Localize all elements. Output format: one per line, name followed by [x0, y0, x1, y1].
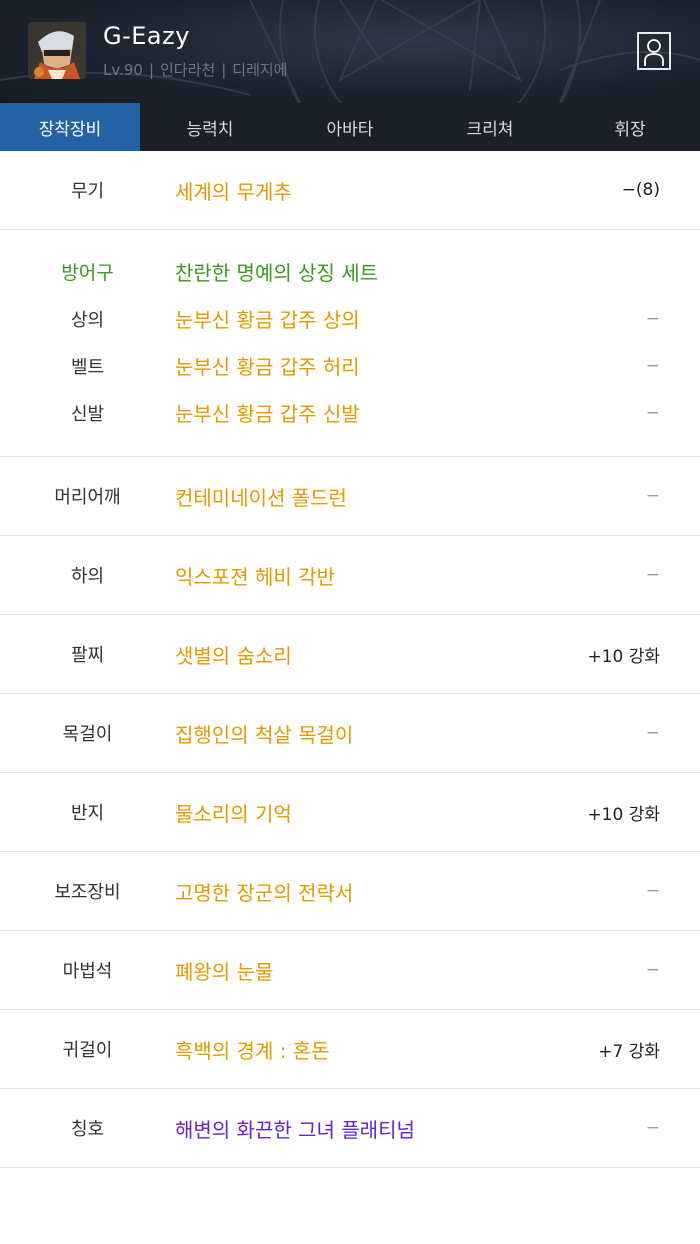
- slot-label: 머리어깨: [54, 487, 121, 508]
- character-portrait-icon: [28, 22, 86, 79]
- slot-label: 벨트: [70, 356, 105, 378]
- enhance-value: −: [645, 355, 660, 376]
- equip-row-shoes[interactable]: 신발 눈부신 황금 갑주 신발 −: [0, 389, 700, 436]
- tab-equipment[interactable]: 장착장비: [0, 103, 140, 151]
- equip-row-earring[interactable]: 귀걸이 흑백의 경계 : 혼돈 +7 강화: [0, 1010, 700, 1089]
- slot-label: 상의: [70, 309, 105, 331]
- character-name: G-Eazy: [103, 22, 190, 50]
- equip-row-subweapon[interactable]: 보조장비 고명한 장군의 전략서 −: [0, 852, 700, 931]
- slot-label: 무기: [70, 181, 105, 202]
- tab-emblem[interactable]: 휘장: [560, 103, 700, 151]
- slot-label: 마법석: [62, 961, 113, 982]
- enhance-value: −: [645, 960, 660, 980]
- item-name: 집행인의 척살 목걸이: [175, 722, 354, 747]
- character-info: Lv.90 | 인다라천 | 디레지에: [103, 59, 287, 80]
- character-class: 인다라천: [160, 61, 216, 79]
- item-name: 해변의 화끈한 그녀 플래티넘: [175, 1117, 415, 1142]
- equip-row-title[interactable]: 칭호 해변의 화끈한 그녀 플래티넘 −: [0, 1089, 700, 1168]
- enhance-value: −: [645, 402, 660, 423]
- header-background-pattern: [0, 0, 700, 103]
- item-name: 눈부신 황금 갑주 신발: [175, 402, 360, 426]
- item-name: 익스포젼 헤비 각반: [175, 564, 335, 589]
- tab-bar: 장착장비 능력치 아바타 크리쳐 휘장: [0, 103, 700, 151]
- equip-row-bracelet[interactable]: 팔찌 샛별의 숨소리 +10 강화: [0, 615, 700, 694]
- tab-creature[interactable]: 크리쳐: [420, 103, 560, 151]
- slot-label: 보조장비: [54, 882, 121, 903]
- character-avatar[interactable]: [28, 22, 86, 79]
- equip-row-ring[interactable]: 반지 물소리의 기억 +10 강화: [0, 773, 700, 852]
- slot-label: 목걸이: [62, 724, 113, 745]
- enhance-value: −(8): [621, 180, 660, 200]
- info-separator: |: [221, 61, 227, 79]
- slot-label: 신발: [70, 403, 105, 425]
- enhance-value: −: [645, 1118, 660, 1138]
- slot-label: 하의: [70, 566, 105, 587]
- item-name: 샛별의 숨소리: [175, 643, 292, 668]
- slot-label: 반지: [70, 803, 105, 824]
- character-level: Lv.90: [103, 61, 143, 79]
- enhance-value: −: [645, 565, 660, 585]
- info-separator: |: [148, 61, 154, 79]
- tab-stats[interactable]: 능력치: [140, 103, 280, 151]
- enhance-value: +10 강화: [587, 646, 660, 667]
- slot-label: 귀걸이: [62, 1040, 113, 1061]
- armor-set-header[interactable]: 방어구 찬란한 명예의 상징 세트: [0, 248, 700, 295]
- enhance-value: −: [645, 881, 660, 901]
- equip-row-weapon[interactable]: 무기 세계의 무게추 −(8): [0, 151, 700, 230]
- armor-set-block: 방어구 찬란한 명예의 상징 세트 상의 눈부신 황금 갑주 상의 − 벨트 눈…: [0, 230, 700, 457]
- enhance-value: +7 강화: [598, 1041, 660, 1062]
- equip-row-magicstone[interactable]: 마법석 폐왕의 눈물 −: [0, 931, 700, 1010]
- equip-row-necklace[interactable]: 목걸이 집행인의 척살 목걸이 −: [0, 694, 700, 773]
- item-name: 세계의 무게추: [175, 179, 292, 204]
- equip-row-pants[interactable]: 하의 익스포젼 헤비 각반 −: [0, 536, 700, 615]
- equip-row-belt[interactable]: 벨트 눈부신 황금 갑주 허리 −: [0, 342, 700, 389]
- enhance-value: −: [645, 486, 660, 506]
- slot-label: 팔찌: [70, 645, 105, 666]
- item-name: 고명한 장군의 전략서: [175, 880, 354, 905]
- enhance-value: +10 강화: [587, 804, 660, 825]
- item-name: 눈부신 황금 갑주 허리: [175, 355, 360, 379]
- item-name: 눈부신 황금 갑주 상의: [175, 308, 360, 332]
- equip-row-shoulder[interactable]: 머리어깨 컨테미네이션 폴드런 −: [0, 457, 700, 536]
- character-server: 디레지에: [232, 61, 288, 79]
- person-icon[interactable]: [637, 32, 671, 70]
- item-name: 흑백의 경계 : 혼돈: [175, 1038, 330, 1063]
- item-name: 물소리의 기억: [175, 801, 292, 826]
- enhance-value: −: [645, 308, 660, 329]
- profile-header: G-Eazy Lv.90 | 인다라천 | 디레지에: [0, 0, 700, 103]
- item-name: 폐왕의 눈물: [175, 959, 274, 984]
- slot-label: 방어구: [61, 262, 114, 284]
- slot-label: 칭호: [70, 1119, 105, 1140]
- tab-avatar[interactable]: 아바타: [280, 103, 420, 151]
- set-name: 찬란한 명예의 상징 세트: [175, 261, 379, 285]
- enhance-value: −: [645, 723, 660, 743]
- equip-row-top[interactable]: 상의 눈부신 황금 갑주 상의 −: [0, 295, 700, 342]
- item-name: 컨테미네이션 폴드런: [175, 485, 347, 510]
